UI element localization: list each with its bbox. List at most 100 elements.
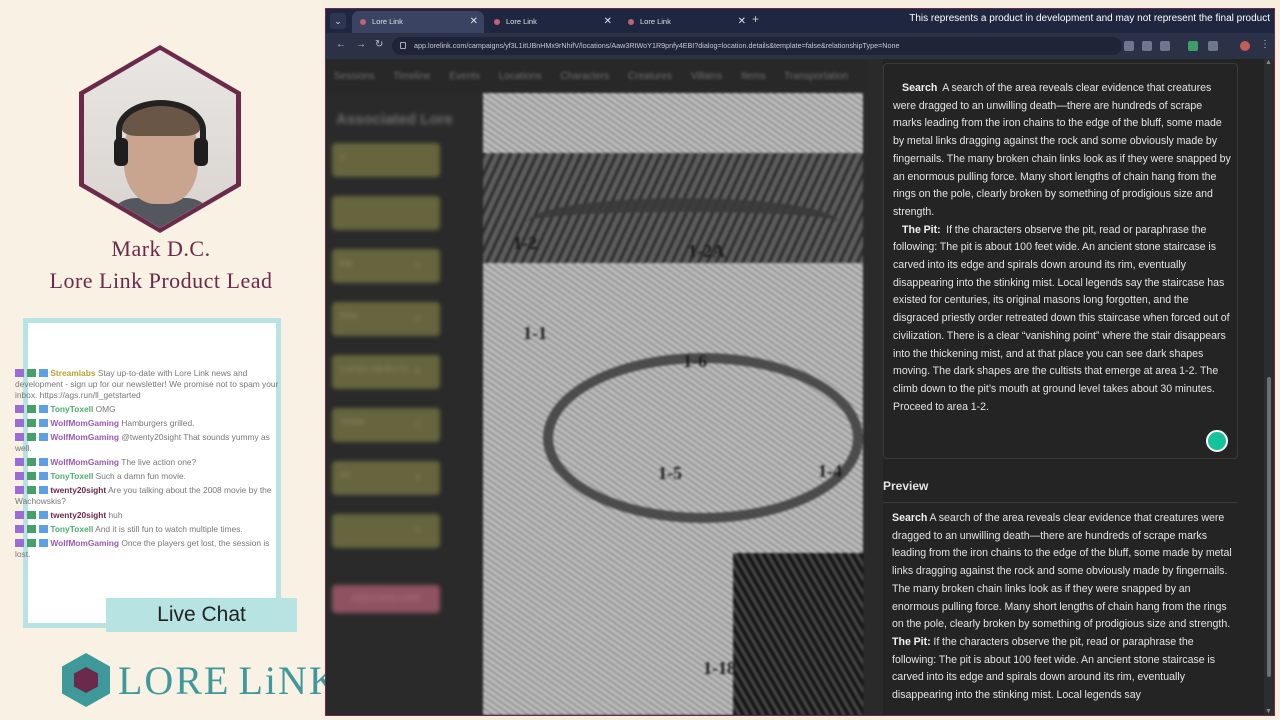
chat-text: OMG [95, 404, 116, 414]
editor-search-heading: Search [902, 82, 938, 94]
favicon-icon [360, 19, 366, 25]
chat-username: WolfMomGaming [50, 418, 120, 428]
stream-overlay: Mark D.C. Lore Link Product Lead Streaml… [0, 0, 338, 720]
chat-badge-icon [15, 486, 48, 494]
map-area-label: 1-6 [683, 351, 707, 371]
live-chat-label: Live Chat [106, 598, 297, 632]
scrollbar-thumb[interactable] [1267, 377, 1271, 677]
reload-icon[interactable]: ↻ [375, 39, 383, 50]
nav-tab[interactable]: Creatures [628, 71, 672, 82]
sidebar-item[interactable]: PEN 0 [332, 302, 440, 336]
close-icon[interactable]: ✕ [738, 11, 746, 33]
bookmark-star-icon[interactable] [1160, 41, 1170, 51]
close-icon[interactable]: ✕ [604, 11, 612, 33]
sidebar-item-count: 0 [415, 314, 420, 323]
sidebar-item[interactable] [332, 196, 440, 230]
sidebar-item[interactable]: CIATED OBJECTS 0 [332, 355, 440, 389]
sidebar-item-label: TIONS [340, 418, 365, 427]
chat-message: TonyToxell And it is still fun to watch … [15, 524, 280, 535]
preview-search-text: A search of the area reveals clear evide… [892, 512, 1232, 631]
tab-2[interactable]: Lore Link ✕ [486, 11, 618, 33]
presenter-title: Lore Link Product Lead [49, 268, 273, 293]
extension-icon[interactable] [1188, 41, 1198, 51]
preview-pit-heading: The Pit: [892, 635, 931, 648]
chat-badge-icon [15, 472, 48, 480]
favicon-icon [494, 19, 500, 25]
sidebar-item-label: PEN [340, 312, 357, 321]
lock-icon [400, 42, 406, 49]
tab-label: Lore Link [506, 17, 537, 26]
sidebar-item-label: EM [340, 259, 352, 268]
scrollbar[interactable]: ▲ ▼ [1264, 59, 1274, 715]
location-map[interactable]: 1-2 1-2A 1-1 1-6 1-5 1-4 1-18 [483, 93, 863, 715]
profile-avatar-icon[interactable] [1240, 41, 1250, 51]
map-area-label: 1-1 [523, 323, 547, 343]
sidebar-item-label: SV [340, 471, 351, 480]
sidebar-item[interactable]: TIONS 0 [332, 408, 440, 442]
chat-username: TonyToxell [50, 471, 94, 481]
webcam-frame [79, 45, 241, 233]
chat-text: And it is still fun to watch multiple ti… [95, 524, 243, 534]
preview-search-heading: Search [892, 512, 928, 524]
map-area-label: 1-18 [703, 658, 736, 678]
chat-message: Streamlabs Stay up-to-date with Lore Lin… [15, 368, 280, 401]
sidebar-item[interactable]: EM 0 [332, 249, 440, 283]
nav-tab[interactable]: Locations [499, 71, 542, 82]
scroll-up-icon[interactable]: ▲ [1265, 59, 1272, 66]
associate-lore-button[interactable]: ASSOCIATE LORE [332, 585, 440, 613]
back-icon[interactable]: ← [336, 39, 346, 50]
tab-3[interactable]: Lore Link ✕ [620, 11, 752, 33]
chat-username: WolfMomGaming [50, 432, 120, 442]
map-area-label: 1-2 [513, 233, 537, 253]
tab-label: Lore Link [640, 17, 671, 26]
favicon-icon [628, 19, 634, 25]
chat-message: twenty20sight Are you talking about the … [15, 485, 280, 507]
nav-tab[interactable]: Timeline [393, 71, 430, 82]
nav-tab[interactable]: Sessions [334, 71, 375, 82]
browser-menu-icon[interactable]: ⋮ [1260, 39, 1270, 50]
cast-icon[interactable] [1124, 41, 1134, 51]
close-icon[interactable]: ✕ [470, 11, 478, 33]
sidebar-item[interactable]: SV 0 [332, 461, 440, 495]
sidebar-item[interactable]: 0 [332, 514, 440, 548]
editor-pit-heading: The Pit: [902, 223, 941, 236]
zoom-icon[interactable] [1142, 41, 1152, 51]
sidebar-item-count: 0 [415, 367, 420, 376]
extensions-puzzle-icon[interactable] [1208, 41, 1218, 51]
sidebar-title: Associated Lore [336, 111, 453, 128]
new-tab-icon[interactable]: + [752, 12, 759, 26]
chat-text: The live action one? [121, 457, 197, 467]
presenter-name: Mark D.C. [111, 236, 211, 261]
grammarly-icon[interactable] [1206, 430, 1228, 452]
chat-badge-icon [15, 433, 48, 441]
nav-tab[interactable]: Events [449, 71, 480, 82]
scroll-down-icon[interactable]: ▼ [1265, 708, 1272, 715]
chat-text: Hamburgers grilled. [121, 418, 195, 428]
editor-search-text: A search of the area reveals clear evide… [893, 82, 1231, 218]
preview-pit-text: If the characters observe the pit, read … [892, 635, 1216, 702]
description-editor[interactable]: Search A search of the area reveals clea… [883, 63, 1238, 459]
chat-username: TonyToxell [50, 524, 94, 534]
chat-username: Streamlabs [50, 368, 96, 378]
url-text: app.lorelink.com/campaigns/yf3L1itUBnHMx… [414, 41, 900, 50]
editor-text[interactable]: Search A search of the area reveals clea… [893, 80, 1233, 416]
chat-message: WolfMomGaming The live action one? [15, 457, 280, 468]
chat-username: WolfMomGaming [50, 538, 120, 548]
lore-link-logo-icon [62, 653, 110, 707]
tab-label: Lore Link [372, 17, 403, 26]
nav-tab[interactable]: Villains [691, 71, 723, 82]
sidebar-item[interactable]: X [332, 143, 440, 177]
chat-badge-icon [15, 405, 48, 413]
tab-search-icon[interactable]: ⌄ [330, 13, 346, 29]
logo-text-left: LORE [118, 657, 231, 703]
associated-lore-sidebar: Associated Lore X EM 0 PEN 0 CIATED OBJECTS 0 T… [326, 93, 476, 715]
forward-icon[interactable]: → [356, 39, 366, 50]
nav-tab[interactable]: Characters [560, 71, 609, 82]
sidebar-item-count: 0 [415, 420, 420, 429]
nav-tab[interactable]: Transportation [784, 71, 848, 82]
nav-tab[interactable]: Items [741, 71, 765, 82]
chat-badge-icon [15, 539, 48, 547]
tab-1[interactable]: Lore Link ✕ [352, 11, 484, 33]
url-field[interactable]: app.lorelink.com/campaigns/yf3L1itUBnHMx… [392, 37, 1122, 55]
chat-messages: Streamlabs Stay up-to-date with Lore Lin… [15, 368, 280, 563]
